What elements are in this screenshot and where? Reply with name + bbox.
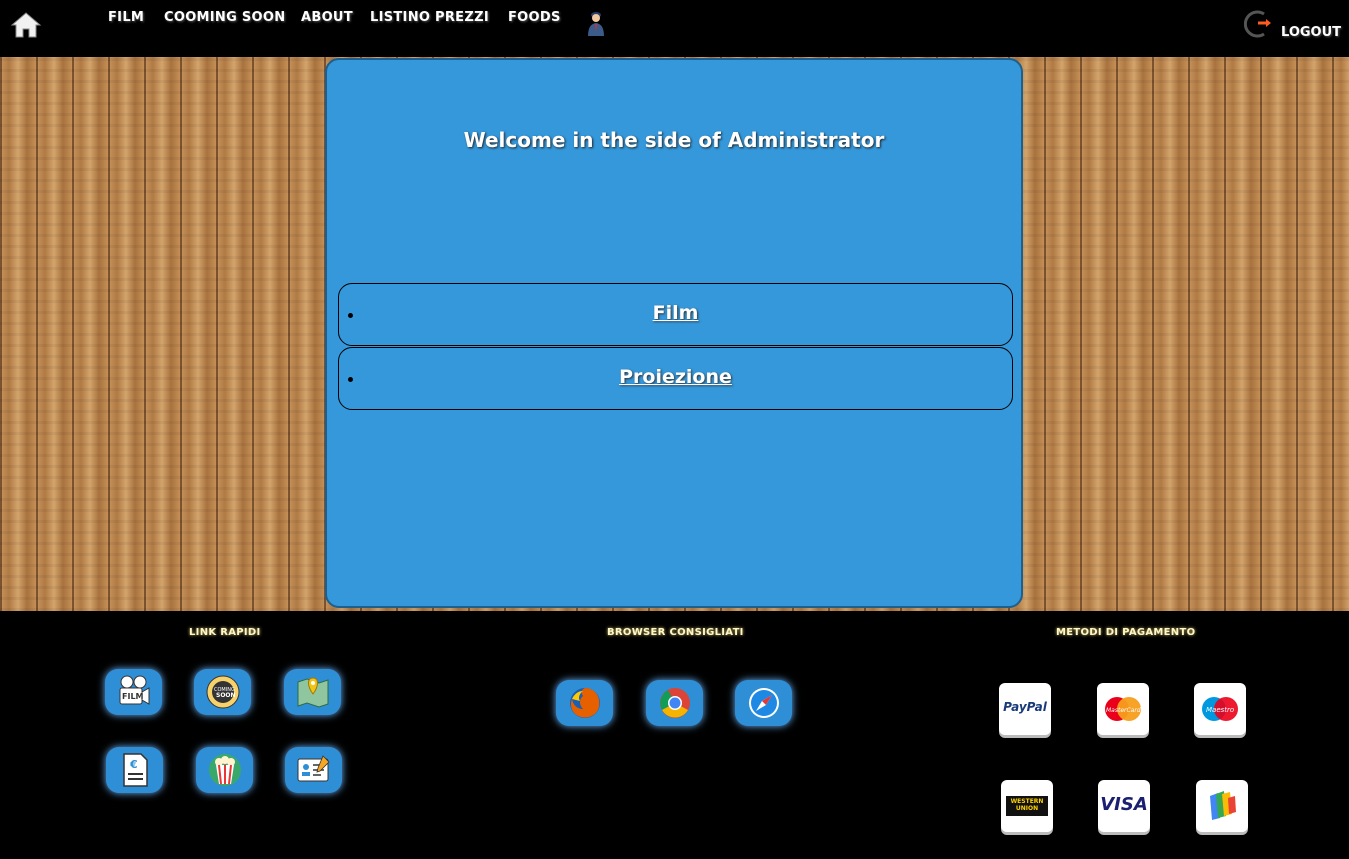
visa-logo: VISA bbox=[1100, 794, 1148, 815]
maestro-icon: Maestro bbox=[1202, 697, 1238, 721]
welcome-heading: Welcome in the side of Administrator bbox=[463, 128, 885, 152]
admin-user-icon[interactable] bbox=[585, 8, 607, 38]
western-union-logo: WESTERN UNION bbox=[1010, 798, 1044, 812]
browsers-title: BROWSER CONSIGLIATI bbox=[607, 627, 744, 638]
quick-link-foods[interactable] bbox=[196, 747, 253, 793]
paypal-logo: PayPal bbox=[1003, 700, 1047, 714]
logout-icon[interactable] bbox=[1244, 9, 1274, 39]
nav-item-film[interactable]: FILM bbox=[108, 10, 144, 25]
nav-item-about[interactable]: ABOUT bbox=[301, 10, 353, 25]
contact-card-icon bbox=[297, 755, 330, 782]
top-navigation-bar: FILM COOMING SOON ABOUT LISTINO PREZZI F… bbox=[0, 0, 1349, 57]
admin-menu-item-proiezione[interactable]: Proiezione bbox=[338, 347, 1013, 410]
maestro-logo-text: Maestro bbox=[1206, 706, 1234, 714]
browser-chrome[interactable] bbox=[646, 680, 703, 726]
quick-link-coming-soon[interactable]: COMING SOON bbox=[194, 669, 251, 715]
admin-menu-link-proiezione[interactable]: Proiezione bbox=[339, 366, 1012, 388]
wallet-icon bbox=[1210, 791, 1236, 820]
mastercard-icon: MasterCard bbox=[1105, 697, 1141, 721]
chrome-icon bbox=[660, 688, 690, 718]
mastercard-logo-text: MasterCard bbox=[1106, 707, 1141, 714]
nav-item-foods[interactable]: FOODS bbox=[508, 10, 561, 25]
admin-menu-link-film[interactable]: Film bbox=[339, 302, 1012, 324]
payment-paypal: PayPal bbox=[999, 683, 1051, 735]
popcorn-icon bbox=[209, 754, 241, 786]
svg-text:FILM: FILM bbox=[122, 692, 144, 701]
browser-firefox[interactable] bbox=[556, 680, 613, 726]
coming-soon-icon: COMING SOON bbox=[206, 675, 240, 709]
logout-button[interactable]: LOGOUT bbox=[1281, 25, 1341, 40]
admin-panel: Welcome in the side of Administrator Fil… bbox=[325, 58, 1023, 608]
map-icon bbox=[297, 677, 329, 708]
film-camera-icon: FILM bbox=[119, 675, 150, 705]
quick-link-map[interactable] bbox=[284, 669, 341, 715]
firefox-icon bbox=[570, 688, 600, 718]
quick-link-film[interactable]: FILM bbox=[105, 669, 162, 715]
home-icon[interactable] bbox=[10, 11, 42, 39]
admin-menu-item-film[interactable]: Film bbox=[338, 283, 1013, 346]
browser-safari[interactable] bbox=[735, 680, 792, 726]
nav-item-price-list[interactable]: LISTINO PREZZI bbox=[370, 10, 489, 25]
quick-link-price-list[interactable]: € bbox=[106, 747, 163, 793]
svg-text:€: € bbox=[129, 758, 138, 771]
payment-wallet bbox=[1196, 780, 1248, 832]
payments-title: METODI DI PAGAMENTO bbox=[1056, 627, 1196, 638]
payment-western-union: WESTERN UNION bbox=[1001, 780, 1053, 832]
nav-item-coming-soon[interactable]: COOMING SOON bbox=[164, 10, 285, 25]
payment-mastercard: MasterCard bbox=[1097, 683, 1149, 735]
svg-text:SOON: SOON bbox=[216, 692, 236, 699]
quick-link-contact[interactable] bbox=[285, 747, 342, 793]
safari-icon bbox=[749, 688, 779, 718]
payment-maestro: Maestro bbox=[1194, 683, 1246, 735]
payment-visa: VISA bbox=[1098, 780, 1150, 832]
price-list-icon: € bbox=[123, 753, 148, 787]
quick-links-title: LINK RAPIDI bbox=[189, 627, 261, 638]
